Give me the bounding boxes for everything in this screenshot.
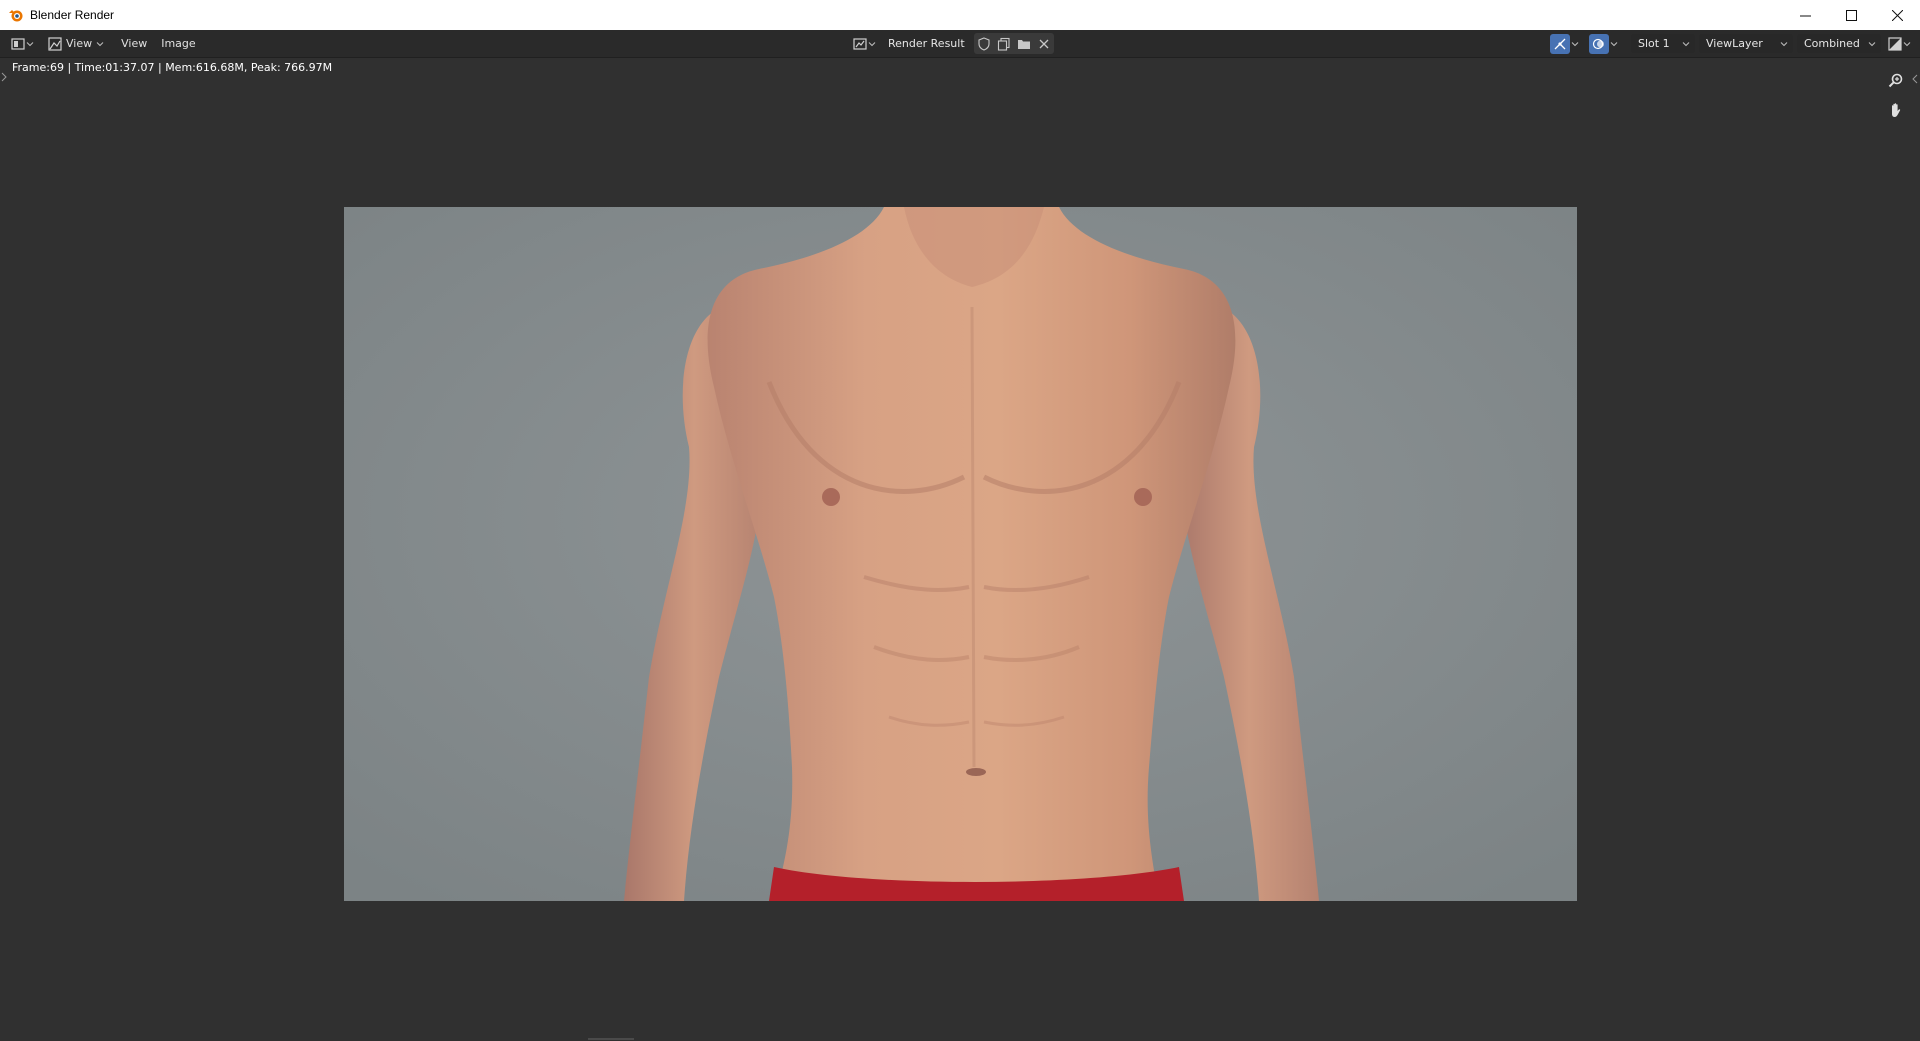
title-bar: Blender Render [0,0,1920,31]
area-divider-handle[interactable] [588,1038,634,1040]
gizmo-toggle[interactable] [1547,33,1582,54]
maximize-icon [1845,9,1857,21]
left-nipple [822,488,840,506]
color-alpha-icon [1888,36,1902,51]
header-right: Slot 1 ViewLayer Combined [1547,33,1914,54]
chevron-down-icon [1903,41,1911,46]
menu-view[interactable]: View [115,33,153,54]
shield-icon [978,36,990,51]
duplicate-icon [997,37,1010,51]
header-left: View View Image [8,33,202,54]
pan-gizmo[interactable] [1884,98,1908,122]
chevron-down-icon [26,41,34,46]
right-nipple [1134,488,1152,506]
maximize-button[interactable] [1828,0,1874,30]
render-result-image [344,207,1577,901]
view-layer-label: ViewLayer [1706,37,1763,50]
fake-user-button[interactable] [974,33,994,54]
blender-window: Blender Render View View Image Render Re… [0,0,1920,1041]
gizmo-icon [1554,38,1566,49]
render-torso-figure [344,207,1577,901]
display-channels-selector[interactable] [1885,33,1914,54]
magnifier-icon [1888,73,1903,88]
minimize-button[interactable] [1782,0,1828,30]
render-pass-label: Combined [1804,37,1860,50]
image-view-icon [48,36,62,51]
hand-icon [1892,103,1901,117]
slot-label: Slot 1 [1638,37,1670,50]
render-pass-selector[interactable]: Combined [1797,34,1881,53]
image-viewport[interactable]: Frame:69 | Time:01:37.07 | Mem:616.68M, … [0,58,1920,1041]
new-image-button[interactable] [994,33,1014,54]
toolbar-expand-icon[interactable] [1,72,7,82]
image-tools [973,33,1054,54]
unlink-image-button[interactable] [1034,33,1054,54]
navel [966,768,986,776]
image-selector: Render Result [850,33,1054,54]
slot-selector[interactable]: Slot 1 [1631,34,1695,53]
chevron-down-icon [96,41,104,46]
window-title: Blender Render [30,8,115,22]
render-stats: Frame:69 | Time:01:37.07 | Mem:616.68M, … [12,61,333,74]
blender-logo-icon [9,10,23,22]
view-mode-selector[interactable]: View [45,33,107,54]
image-name-field[interactable]: Render Result [881,33,972,54]
close-button[interactable] [1874,0,1920,30]
chevron-down-icon [1571,41,1579,46]
minimize-icon [1799,15,1811,16]
gizmo-active-bg [1550,33,1570,54]
open-image-button[interactable] [1014,33,1034,54]
overlay-icon [1592,38,1604,49]
editor-type-selector[interactable] [8,33,37,54]
overlay-active-bg [1589,33,1609,54]
browse-image-button[interactable] [850,33,879,54]
chevron-down-icon [1610,41,1618,46]
zoom-gizmo[interactable] [1884,68,1908,92]
close-icon [1891,9,1903,21]
view-mode-label: View [66,37,93,50]
sidebar-expand-icon[interactable] [1912,74,1918,84]
chevron-down-icon [1780,41,1788,46]
chevron-down-icon [1868,41,1876,46]
window-controls [1782,0,1920,30]
chevron-down-icon [1682,41,1690,46]
chevron-down-icon [868,41,876,46]
view-layer-selector[interactable]: ViewLayer [1699,34,1793,53]
image-editor-icon [11,37,25,50]
folder-icon [1017,39,1030,49]
image-browse-icon [853,37,867,50]
close-icon [1039,39,1049,48]
image-editor-header: View View Image Render Result Slot 1 Vie… [0,30,1920,58]
menu-image[interactable]: Image [155,33,201,54]
overlay-toggle[interactable] [1586,33,1621,54]
